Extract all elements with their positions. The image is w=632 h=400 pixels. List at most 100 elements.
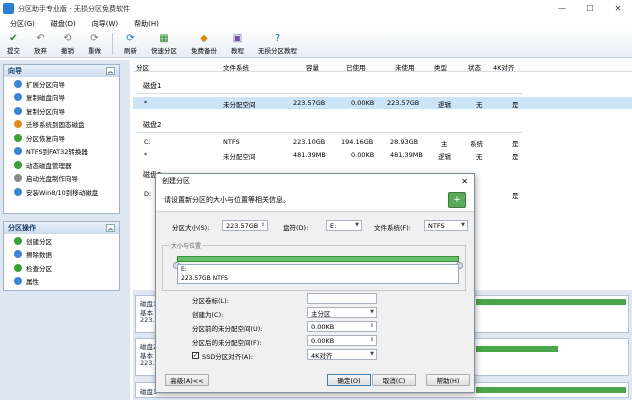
boot-cd-icon: [14, 174, 22, 183]
table-row[interactable]: * 未分配空间 223.57GB 0.00KB 223.57GB 逻辑 无 是: [133, 97, 632, 109]
partition-bar[interactable]: [476, 299, 626, 305]
spinner-icon[interactable]: ⇕: [261, 222, 265, 228]
menu-wizard[interactable]: 向导(W): [92, 19, 118, 29]
ops-panel-title: 分区操作: [8, 224, 36, 232]
volume-label-label: 分区卷标(L):: [192, 297, 229, 305]
wizard-item-dynamic-disk[interactable]: 动态磁盘管理器: [4, 158, 119, 172]
create-partition-icon: [14, 236, 22, 245]
column-header: 分区 文件系统 容量 已使用 未使用 类型 状态 4K对齐: [133, 60, 632, 72]
volume-label-input[interactable]: [307, 293, 377, 304]
col-partition[interactable]: 分区: [136, 62, 149, 72]
drive-label: 盘符(D):: [283, 224, 309, 232]
dialog-close-button[interactable]: ✕: [461, 177, 468, 186]
copy-icon: [14, 93, 22, 102]
disk2-title: 磁盘2: [143, 121, 162, 129]
partition-bar[interactable]: [476, 387, 626, 393]
maximize-button[interactable]: ☐: [576, 0, 604, 17]
wizard-item-win-to-go[interactable]: 安装Win8/10到移动磁盘: [4, 185, 119, 199]
create-partition-icon: +: [448, 191, 466, 208]
partition-bar[interactable]: [476, 346, 558, 352]
partition-size-bar[interactable]: [177, 256, 459, 262]
submit-icon: ✔: [9, 32, 18, 44]
ssd-align-checkbox[interactable]: ✓: [192, 352, 199, 359]
redo-button[interactable]: ⟳ 重做: [85, 30, 104, 58]
discard-button[interactable]: ↶ 放弃: [31, 30, 50, 58]
backup-button[interactable]: ◆ 免费备份: [188, 30, 220, 58]
wizard-item-recovery[interactable]: 分区恢复向导: [4, 131, 119, 145]
ok-button[interactable]: 确定(O): [327, 374, 371, 386]
before-space-input[interactable]: 0.00KB ⇕: [307, 321, 377, 332]
col-type[interactable]: 类型: [434, 62, 447, 72]
wizard-item-boot-cd[interactable]: 启动光盘制作向导: [4, 172, 119, 186]
table-row[interactable]: * 未分配空间 481.39MB 0.00KB 481.39MB 逻辑 无 是: [133, 149, 632, 161]
col-capacity[interactable]: 容量: [306, 62, 319, 72]
col-status[interactable]: 状态: [468, 62, 481, 72]
menu-bar: 分区(G) 磁盘(D) 向导(W) 帮助(H): [0, 17, 632, 30]
partition-preview: E: 223.57GB NTFS: [177, 264, 459, 284]
wipe-icon: [14, 250, 22, 259]
after-space-label: 分区后的未分配空间(F):: [192, 339, 262, 347]
group-label: 大小与位置: [169, 241, 204, 250]
col-4k-align[interactable]: 4K对齐: [493, 62, 514, 72]
backup-icon: ◆: [200, 32, 208, 44]
ops-item-properties[interactable]: 属性: [4, 275, 119, 289]
create-partition-dialog: 创建分区 ✕ 请设置新分区的大小与位置等相关信息。 + 分区大小(S): 223…: [155, 173, 475, 393]
filesystem-label: 文件系统(F):: [374, 224, 412, 232]
wizard-item-migrate[interactable]: 迁移系统到固态磁盘: [4, 118, 119, 132]
ops-item-wipe[interactable]: 擦除数据: [4, 248, 119, 262]
cancel-button[interactable]: 取消(C): [372, 374, 416, 386]
help-button[interactable]: 帮助(H): [426, 374, 470, 386]
collapse-icon[interactable]: ︽: [106, 224, 115, 232]
menu-disk[interactable]: 磁盘(D): [51, 19, 76, 29]
drive-select[interactable]: E: ▼: [326, 220, 362, 231]
chevron-down-icon: ▼: [461, 222, 465, 228]
redo-icon: ⟳: [90, 32, 99, 44]
dialog-header-text: 请设置新分区的大小与位置等相关信息。: [164, 195, 290, 204]
wizard-item-ntfs-fat32[interactable]: NTFS到FAT32转换器: [4, 145, 119, 159]
close-button[interactable]: ✕: [604, 0, 632, 17]
menu-partition[interactable]: 分区(G): [10, 19, 35, 29]
refresh-icon: ⟳: [126, 32, 135, 44]
spinner-icon[interactable]: ⇕: [370, 337, 374, 343]
advanced-button[interactable]: 高级(A)<<: [165, 374, 209, 386]
check-icon: [14, 263, 22, 272]
disk1-title: 磁盘1: [143, 82, 162, 90]
table-row[interactable]: C: NTFS 223.10GB 194.16GB 28.93GB 主 系统 是: [133, 136, 632, 148]
title-bar: 分区助手专业版 - 无损分区免费软件 — ☐ ✕: [0, 0, 632, 17]
size-input[interactable]: 223.57GB ⇕: [222, 220, 268, 231]
lossless-tutorial-button[interactable]: ? 无损分区教程: [255, 30, 300, 58]
col-filesystem[interactable]: 文件系统: [223, 62, 249, 72]
wizard-item-copy-partition[interactable]: 复制分区向导: [4, 104, 119, 118]
ssd-align-select[interactable]: 4K对齐 ▼: [307, 349, 377, 360]
app-icon: [3, 3, 14, 14]
quick-partition-button[interactable]: ▦ 快速分区: [148, 30, 180, 58]
spinner-icon[interactable]: ⇕: [370, 323, 374, 329]
after-space-input[interactable]: 0.00KB ⇕: [307, 335, 377, 346]
recovery-icon: [14, 133, 22, 142]
wizard-item-copy-disk[interactable]: 复制磁盘向导: [4, 91, 119, 105]
submit-button[interactable]: ✔ 提交: [4, 30, 23, 58]
chevron-down-icon: ▼: [355, 222, 359, 228]
undo-icon: ⟲: [63, 32, 72, 44]
chevron-down-icon: ▼: [370, 309, 374, 315]
menu-help[interactable]: 帮助(H): [134, 19, 159, 29]
discard-icon: ↶: [36, 32, 45, 44]
collapse-icon[interactable]: ︽: [106, 67, 115, 75]
quick-partition-icon: ▦: [159, 32, 169, 44]
ops-item-check[interactable]: 检查分区: [4, 261, 119, 275]
tutorial-icon: ▣: [232, 32, 243, 44]
wizard-item-extend[interactable]: 扩展分区向导: [4, 77, 119, 91]
wizard-icon: [14, 79, 22, 88]
col-free[interactable]: 未使用: [395, 62, 415, 72]
size-label: 分区大小(S):: [172, 224, 210, 232]
create-as-select[interactable]: 主分区 ▼: [307, 307, 377, 318]
undo-button[interactable]: ⟲ 撤销: [58, 30, 77, 58]
wizard-panel: 向导 ︽ 扩展分区向导 复制磁盘向导 复制分区向导 迁移系统到固态磁盘 分区恢复…: [3, 64, 120, 214]
dialog-title: 创建分区: [162, 177, 190, 185]
col-used[interactable]: 已使用: [346, 62, 366, 72]
refresh-button[interactable]: ⟳ 刷新: [121, 30, 140, 58]
tutorial-button[interactable]: ▣ 教程: [228, 30, 247, 58]
minimize-button[interactable]: —: [548, 0, 576, 17]
ops-item-create[interactable]: 创建分区: [4, 234, 119, 248]
filesystem-select[interactable]: NTFS ▼: [424, 220, 468, 231]
